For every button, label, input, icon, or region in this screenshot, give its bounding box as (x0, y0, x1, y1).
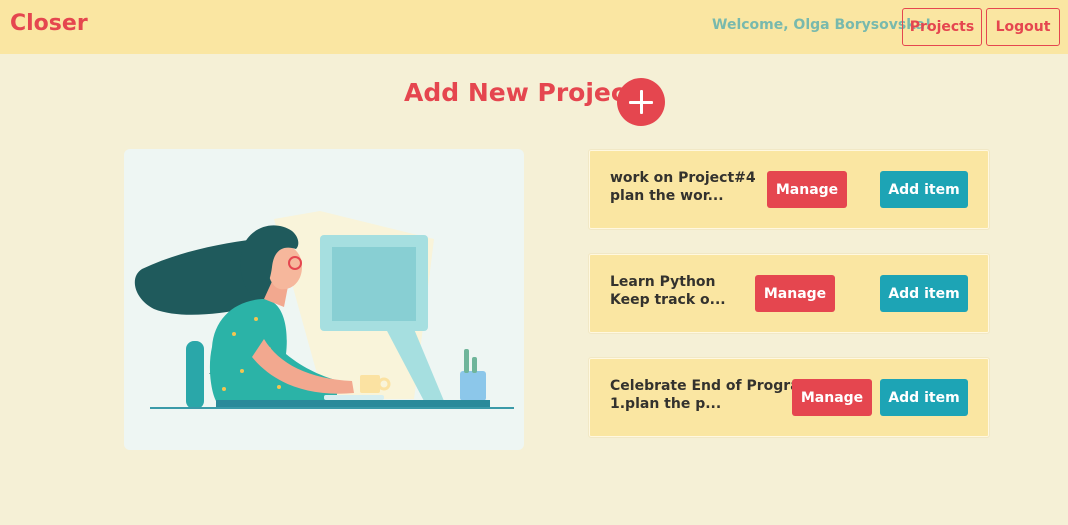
project-card: Learn Python Keep track o... Manage Add … (588, 253, 990, 334)
project-summary: Celebrate End of Program 1.plan the p... (610, 377, 814, 413)
project-summary: Learn Python Keep track o... (610, 273, 726, 309)
woman-at-computer-illustration (124, 149, 524, 450)
project-first-item: Keep track o... (610, 292, 726, 308)
manage-button[interactable]: Manage (755, 275, 835, 312)
navbar: Closer Welcome, Olga Borysovska! Project… (0, 0, 1068, 54)
projects-button[interactable]: Projects (902, 8, 982, 46)
logout-button[interactable]: Logout (986, 8, 1060, 46)
project-card: Celebrate End of Program 1.plan the p...… (588, 357, 990, 438)
manage-button[interactable]: Manage (792, 379, 872, 416)
project-card: work on Project#4 plan the wor... Manage… (588, 149, 990, 230)
project-title: work on Project#4 (610, 170, 756, 186)
project-first-item: 1.plan the p... (610, 396, 722, 412)
add-item-button[interactable]: Add item (880, 379, 968, 416)
project-first-item: plan the wor... (610, 188, 724, 204)
brand-logo[interactable]: Closer (10, 11, 88, 36)
welcome-message: Welcome, Olga Borysovska! (712, 17, 932, 33)
add-project-title: Add New Project (404, 78, 638, 107)
project-summary: work on Project#4 plan the wor... (610, 169, 756, 205)
manage-button[interactable]: Manage (767, 171, 847, 208)
project-title: Learn Python (610, 274, 716, 290)
add-item-button[interactable]: Add item (880, 171, 968, 208)
add-project-button[interactable] (617, 78, 665, 126)
add-item-button[interactable]: Add item (880, 275, 968, 312)
project-title: Celebrate End of Program (610, 378, 815, 394)
